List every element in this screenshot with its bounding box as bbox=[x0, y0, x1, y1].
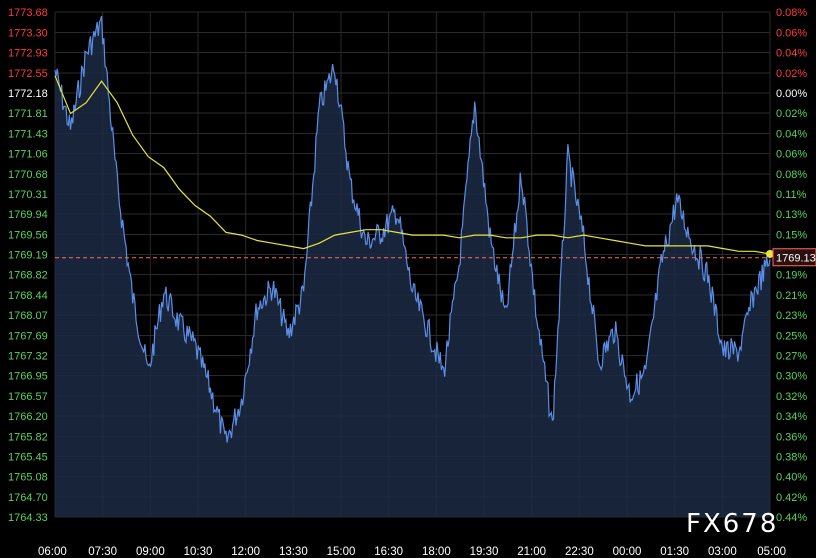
y-tick-label: 1765.08 bbox=[8, 471, 48, 483]
y-tick-label: 1766.95 bbox=[8, 370, 48, 382]
pct-tick-label: 0.04% bbox=[776, 129, 807, 141]
average-series-line bbox=[54, 75, 771, 255]
y-tick-label: 1773.30 bbox=[8, 28, 48, 40]
x-tick-label: 12:00 bbox=[231, 546, 260, 558]
x-tick-label: 18:00 bbox=[422, 546, 451, 558]
pct-tick-label: 0.04% bbox=[776, 48, 807, 60]
y-tick-label: 1772.18 bbox=[8, 88, 48, 100]
x-tick-label: 10:30 bbox=[184, 546, 213, 558]
left-price-axis: 1773.68 1773.30 1772.93 1772.55 1772.18 1771.… bbox=[8, 7, 48, 524]
y-tick-label: 1769.19 bbox=[8, 250, 48, 262]
x-tick-label: 00:00 bbox=[613, 546, 642, 558]
y-tick-label: 1768.82 bbox=[8, 269, 48, 281]
y-tick-label: 1767.32 bbox=[8, 351, 48, 363]
pct-tick-label: 0.36% bbox=[776, 432, 807, 444]
y-tick-label: 1771.81 bbox=[8, 108, 48, 120]
y-tick-label: 1773.68 bbox=[8, 7, 48, 19]
pct-tick-label: 0.44% bbox=[776, 512, 807, 524]
y-tick-label: 1771.06 bbox=[8, 149, 48, 161]
pct-tick-label: 0.32% bbox=[776, 391, 807, 403]
pct-tick-label: 0.30% bbox=[776, 370, 807, 382]
x-tick-label: 07:30 bbox=[88, 546, 117, 558]
pct-tick-label: 0.11% bbox=[776, 189, 807, 201]
pct-tick-label: 0.13% bbox=[776, 209, 807, 221]
y-tick-label: 1766.57 bbox=[8, 391, 48, 403]
y-tick-label: 1770.31 bbox=[8, 189, 48, 201]
y-tick-label: 1764.70 bbox=[8, 492, 48, 504]
y-tick-label: 1764.33 bbox=[8, 512, 48, 524]
pct-tick-label: 0.21% bbox=[776, 290, 807, 302]
time-axis: 06:00 07:30 09:00 10:30 12:00 13:30 15:00 16:30… bbox=[38, 546, 786, 558]
pct-tick-label: 0.08% bbox=[776, 169, 807, 181]
y-tick-label: 1768.44 bbox=[8, 290, 48, 302]
x-tick-label: 13:30 bbox=[279, 546, 308, 558]
x-tick-label: 15:00 bbox=[327, 546, 356, 558]
pct-tick-label: 0.42% bbox=[776, 492, 807, 504]
x-tick-label: 03:00 bbox=[708, 546, 737, 558]
pct-tick-label: 0.08% bbox=[776, 7, 807, 19]
y-tick-label: 1767.69 bbox=[8, 331, 48, 343]
last-price-text: 1769.13 bbox=[776, 253, 816, 265]
y-tick-label: 1768.07 bbox=[8, 310, 48, 322]
y-tick-label: 1769.94 bbox=[8, 209, 48, 221]
y-tick-label: 1765.45 bbox=[8, 452, 48, 464]
pct-tick-label: 0.25% bbox=[776, 331, 807, 343]
y-tick-label: 1766.20 bbox=[8, 411, 48, 423]
price-area-fill bbox=[55, 16, 770, 517]
pct-tick-label: 0.06% bbox=[776, 149, 807, 161]
pct-tick-label: 0.34% bbox=[776, 411, 807, 423]
x-tick-label: 01:30 bbox=[660, 546, 689, 558]
pct-tick-label: 0.27% bbox=[776, 351, 807, 363]
watermark-logo: FX678 bbox=[686, 509, 778, 539]
x-tick-label: 19:30 bbox=[470, 546, 499, 558]
pct-tick-label: 0.15% bbox=[776, 230, 807, 242]
chart-canvas: 1773.68 1773.30 1772.93 1772.55 1772.18 1771.… bbox=[8, 7, 816, 558]
intraday-price-chart: 1773.68 1773.30 1772.93 1772.55 1772.18 1771.… bbox=[0, 0, 816, 558]
x-tick-label: 22:30 bbox=[565, 546, 594, 558]
pct-tick-label: 0.06% bbox=[776, 28, 807, 40]
x-tick-label: 21:00 bbox=[517, 546, 546, 558]
x-tick-label: 09:00 bbox=[136, 546, 165, 558]
pct-tick-label: 0.02% bbox=[776, 108, 807, 120]
y-tick-label: 1769.56 bbox=[8, 230, 48, 242]
pct-tick-label: 0.00% bbox=[776, 88, 807, 100]
pct-tick-label: 0.23% bbox=[776, 310, 807, 322]
pct-tick-label: 0.02% bbox=[776, 68, 807, 80]
x-tick-label: 05:00 bbox=[757, 546, 786, 558]
y-tick-label: 1770.68 bbox=[8, 169, 48, 181]
y-tick-label: 1772.93 bbox=[8, 48, 48, 60]
y-tick-label: 1771.43 bbox=[8, 129, 48, 141]
x-tick-label: 16:30 bbox=[374, 546, 403, 558]
y-tick-label: 1772.55 bbox=[8, 68, 48, 80]
x-tick-label: 06:00 bbox=[38, 546, 67, 558]
pct-tick-label: 0.40% bbox=[776, 471, 807, 483]
y-tick-label: 1765.82 bbox=[8, 432, 48, 444]
pct-tick-label: 0.38% bbox=[776, 452, 807, 464]
pct-tick-label: 0.19% bbox=[776, 269, 807, 281]
last-price-label: 1769.13 bbox=[772, 248, 816, 267]
